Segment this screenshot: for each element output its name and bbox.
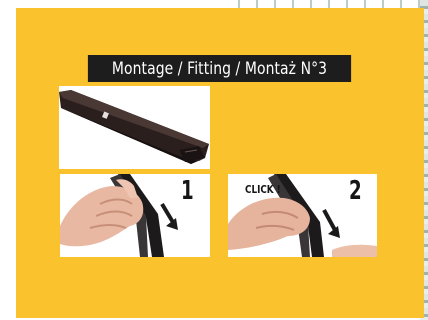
fitting-heading: Montage / Fitting / Montaż N°3 (87, 55, 352, 82)
click-callout: CLICK ! (245, 183, 281, 196)
step-2-number: 2 (349, 176, 362, 206)
wiper-adapter-illustration (59, 86, 210, 169)
wiper-adapter-photo (59, 86, 210, 169)
step-1-number: 1 (181, 176, 194, 206)
scan-edge-top (230, 0, 420, 8)
